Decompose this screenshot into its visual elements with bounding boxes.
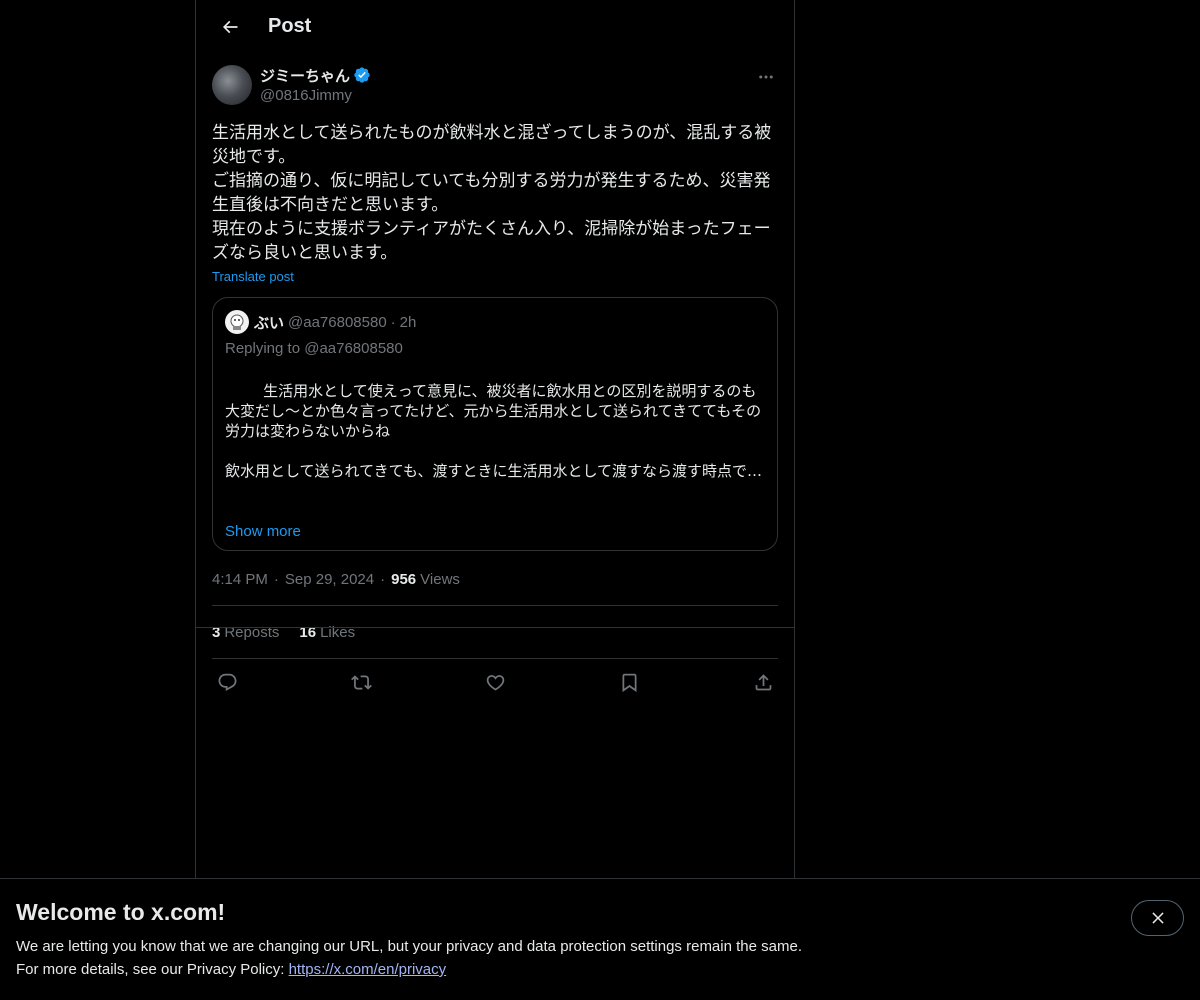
- banner-policy-prefix: For more details, see our Privacy Policy…: [16, 961, 289, 978]
- views-label: Views: [420, 570, 460, 588]
- repost-icon: [350, 675, 372, 690]
- quoted-post[interactable]: ぶい @aa76808580 · 2h Replying to @aa76808…: [212, 297, 778, 551]
- author-row: ジミーちゃん @0816Jimmy: [212, 65, 778, 105]
- quote-handle: @aa76808580: [288, 313, 387, 331]
- main-column: Post ジミーちゃん @0816Jimmy 生活用水として送られたものが飲料水…: [195, 0, 795, 878]
- author-info: ジミーちゃん @0816Jimmy: [260, 65, 754, 104]
- post: ジミーちゃん @0816Jimmy 生活用水として送られたものが飲料水と混ざって…: [196, 53, 794, 706]
- quote-display-name: ぶい: [254, 313, 285, 332]
- heart-icon: [486, 675, 504, 691]
- author-handle[interactable]: @0816Jimmy: [260, 87, 754, 104]
- quote-text-body: 生活用水として使えって意見に、被災者に飲水用との区別を説明するのも大変だし〜とか…: [225, 382, 762, 440]
- bookmark-icon: [622, 673, 636, 693]
- quote-text: 生活用水として使えって意見に、被災者に飲水用との区別を説明するのも大変だし〜とか…: [225, 361, 765, 521]
- share-button[interactable]: [752, 672, 774, 694]
- engagement-stats: 3 Reposts 16 Likes: [212, 606, 778, 658]
- name-line: ジミーちゃん: [260, 65, 754, 85]
- arrow-left-icon: [222, 20, 238, 33]
- privacy-policy-link[interactable]: https://x.com/en/privacy: [289, 961, 447, 978]
- replying-to: Replying to @aa76808580: [225, 340, 403, 357]
- post-bottom-border: [196, 627, 794, 628]
- quote-text-truncated: 飲水用として送られてきても、渡すときに生活用水として渡すなら渡す時点で…: [225, 462, 763, 480]
- views-count: 956: [391, 570, 417, 588]
- reply-icon: [218, 673, 236, 691]
- verified-badge-icon[interactable]: [353, 66, 371, 84]
- banner-policy-line: For more details, see our Privacy Policy…: [16, 961, 1184, 978]
- banner-title: Welcome to x.com!: [16, 899, 226, 925]
- banner-close-button[interactable]: [1131, 900, 1184, 936]
- like-button[interactable]: [484, 672, 506, 694]
- post-meta: 4:14 PM · Sep 29, 2024 · 956 Views: [212, 569, 778, 589]
- close-icon: [1151, 912, 1164, 924]
- welcome-banner: Welcome to x.com! We are letting you kno…: [0, 878, 1200, 1000]
- more-icon: [759, 75, 773, 79]
- more-options-button[interactable]: [754, 65, 778, 89]
- show-more-link[interactable]: Show more: [225, 523, 301, 540]
- reply-button[interactable]: [216, 672, 238, 694]
- avatar[interactable]: [212, 65, 252, 105]
- post-date[interactable]: Sep 29, 2024: [285, 571, 374, 588]
- translate-post-link[interactable]: Translate post: [212, 269, 294, 284]
- quote-avatar: [225, 310, 249, 334]
- meta-separator: ·: [273, 570, 279, 588]
- page-title: Post: [268, 15, 312, 37]
- meta-separator: ·: [380, 570, 386, 588]
- character-avatar-icon: [230, 314, 244, 330]
- page-header: Post: [196, 0, 794, 53]
- post-time[interactable]: 4:14 PM: [212, 571, 268, 588]
- bookmark-button[interactable]: [618, 672, 640, 694]
- author-display-name[interactable]: ジミーちゃん: [260, 65, 350, 86]
- repost-button[interactable]: [350, 672, 372, 694]
- share-icon: [755, 674, 771, 691]
- action-bar: [212, 659, 778, 706]
- quote-header: ぶい @aa76808580 · 2h: [225, 310, 765, 334]
- post-text: 生活用水として送られたものが飲料水と混ざってしまうのが、混乱する被災地です。 ご…: [212, 123, 772, 263]
- quote-time: 2h: [399, 313, 417, 331]
- back-button[interactable]: [212, 9, 248, 45]
- banner-message: We are letting you know that we are chan…: [16, 938, 802, 955]
- quote-separator: ·: [390, 313, 396, 331]
